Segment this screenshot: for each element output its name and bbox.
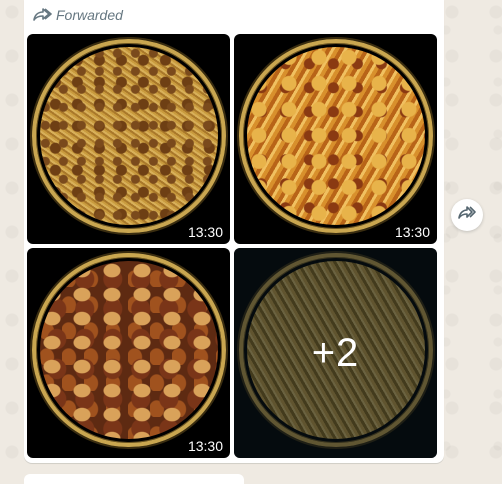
more-images-overlay[interactable]: +2 [234, 248, 437, 458]
forwarded-icon [32, 7, 52, 23]
forwarded-indicator: Forwarded [32, 4, 123, 26]
more-images-count: +2 [311, 330, 360, 375]
forward-arrow-icon [457, 205, 477, 226]
message-timestamp: 13:30 [394, 224, 430, 240]
message-timestamp: 13:30 [187, 438, 223, 454]
message-timestamp: 13:30 [187, 224, 223, 240]
album-image-3[interactable]: 13:30 [27, 248, 230, 458]
message-bubble: Forwarded 13:30 13:30 13:30 +2 [24, 0, 444, 463]
forward-message-button[interactable] [451, 199, 483, 231]
snack-bowl [32, 39, 226, 233]
snack-bowl [239, 39, 433, 233]
forwarded-label: Forwarded [56, 7, 123, 23]
album-image-1[interactable]: 13:30 [27, 34, 230, 244]
album-image-2[interactable]: 13:30 [234, 34, 437, 244]
album-image-4-more[interactable]: +2 [234, 248, 437, 458]
next-message-bubble [24, 474, 244, 484]
snack-bowl [32, 253, 226, 447]
media-album-grid: 13:30 13:30 13:30 +2 [27, 34, 441, 458]
